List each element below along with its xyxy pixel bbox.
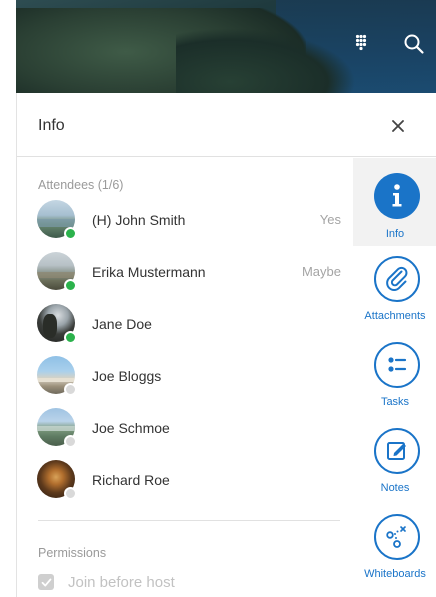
status-offline-dot (64, 435, 77, 448)
info-content: Attendees (1/6) (H) John Smith Yes Erika… (17, 158, 353, 597)
info-panel: Info Attendees (1/6) (H) John Smith Yes … (16, 93, 436, 597)
rail-label-tasks: Tasks (380, 396, 410, 408)
attendees-label: Attendees (1/6) (38, 178, 124, 192)
grid-dots-icon (355, 34, 367, 51)
rail-item-tasks[interactable]: Tasks (353, 332, 436, 418)
rail-label-whiteboards: Whiteboards (364, 568, 426, 580)
rail-item-notes[interactable]: Notes (353, 418, 436, 504)
search-button[interactable] (398, 28, 430, 60)
status-online-dot (64, 331, 77, 344)
whiteboard-icon (374, 514, 420, 560)
rail-item-attachments[interactable]: Attachments (353, 246, 436, 332)
attendee-response: Maybe (301, 264, 341, 279)
attendee-name: Joe Schmoe (92, 420, 170, 436)
search-icon (404, 34, 424, 54)
panel-title: Info (38, 117, 65, 134)
status-online-dot (64, 279, 77, 292)
rail-label-notes: Notes (380, 482, 410, 494)
attendee-response: Yes (319, 212, 341, 227)
attendee-name: (H) John Smith (92, 212, 186, 228)
rail-item-info[interactable]: Info (353, 158, 436, 246)
paperclip-icon (374, 256, 420, 302)
attendee-row[interactable]: (H) John Smith Yes (37, 200, 343, 244)
notes-edit-icon (374, 428, 420, 474)
tasks-list-icon (374, 342, 420, 388)
attendee-row[interactable]: Joe Bloggs (37, 356, 343, 400)
attendee-row[interactable]: Erika Mustermann Maybe (37, 252, 343, 296)
attendee-row[interactable]: Joe Schmoe (37, 408, 343, 452)
rail-item-whiteboards[interactable]: Whiteboards (353, 504, 436, 597)
close-icon (392, 120, 404, 132)
status-online-dot (64, 227, 77, 240)
join-before-host-label: Join before host (68, 574, 175, 591)
attendee-row[interactable]: Jane Doe (37, 304, 343, 348)
header-banner (16, 0, 436, 93)
attendee-name: Joe Bloggs (92, 368, 162, 384)
attendee-row[interactable]: Richard Roe (37, 460, 343, 504)
side-rail: Info Attachments Tasks Notes Whiteboards (353, 158, 436, 597)
info-icon (374, 173, 420, 219)
section-divider (38, 520, 340, 521)
attendee-name: Richard Roe (92, 472, 170, 488)
close-button[interactable] (385, 113, 411, 139)
permissions-label: Permissions (38, 546, 107, 560)
left-gutter (0, 0, 16, 597)
status-offline-dot (64, 487, 77, 500)
attendee-name: Jane Doe (92, 316, 152, 332)
apps-grid-button[interactable] (345, 28, 377, 60)
join-before-host-checkbox (38, 574, 54, 590)
checkmark-icon (41, 578, 51, 587)
attendee-name: Erika Mustermann (92, 264, 206, 280)
rail-label-info: Info (385, 228, 405, 240)
status-offline-dot (64, 383, 77, 396)
header-landscape-shadow (176, 28, 356, 93)
rail-label-attachments: Attachments (364, 310, 426, 322)
panel-header: Info (17, 93, 436, 157)
